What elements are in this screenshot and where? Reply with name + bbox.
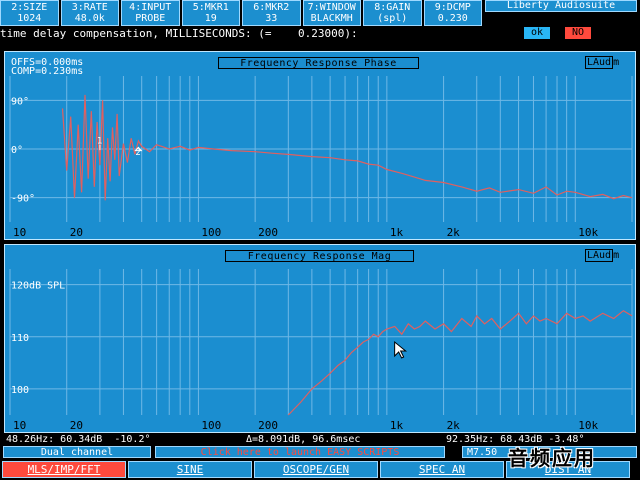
x-tick-label: 10k: [578, 226, 598, 239]
x-tick-label: 2k: [447, 419, 461, 432]
param-value: 0.230: [437, 13, 468, 24]
phase-chart: 10 20 100 200 1k 2k 10k 90° 0° -90° 1 2: [9, 76, 633, 239]
x-tick-label: 1k: [390, 226, 404, 239]
laud-logo: LAud m: [585, 249, 620, 262]
x-tick-label: 100: [201, 419, 221, 432]
marker1-readout: 48.26Hz: 60.34dB -10.2°: [6, 434, 151, 445]
param-label: 4:INPUT: [129, 2, 172, 13]
magnitude-trace: [287, 309, 633, 416]
param-value: 33: [265, 13, 278, 24]
y-tick-label: 100: [11, 385, 29, 396]
y-tick-label: 110: [11, 333, 29, 344]
param-dcmp[interactable]: 9:DCMP 0.230: [423, 0, 482, 26]
param-label: 9:DCMP: [434, 2, 471, 13]
brand-label: Liberty Audiosuite: [485, 0, 637, 12]
param-value: PROBE: [135, 13, 166, 24]
param-value: (spl): [377, 13, 408, 24]
param-value: 19: [204, 13, 217, 24]
param-mkr2[interactable]: 6:MKR2 33: [242, 0, 301, 26]
x-tick-label: 200: [258, 226, 278, 239]
magnitude-graph-panel[interactable]: 10 20 100 200 1k 2k 10k 110 100 120dB SPL Frequen…: [4, 244, 636, 433]
tab-spec-an[interactable]: SPEC AN: [380, 461, 504, 478]
tab-oscope-gen[interactable]: OSCOPE/GEN: [254, 461, 378, 478]
tab-mls-imp-fft[interactable]: MLS/IMP/FFT: [2, 461, 126, 478]
y-tick-label: -90°: [11, 194, 35, 205]
magnitude-chart: 10 20 100 200 1k 2k 10k 110 100 120dB SPL: [9, 269, 633, 432]
marker1-label: 1: [97, 137, 102, 147]
x-tick-label: 1k: [390, 419, 404, 432]
x-tick-label: 20: [70, 419, 83, 432]
param-value: 48.0k: [74, 13, 105, 24]
x-tick-label: 10k: [578, 419, 598, 432]
param-input[interactable]: 4:INPUT PROBE: [121, 0, 180, 26]
watermark: 音频应用: [508, 446, 596, 470]
compensation-readout: COMP=0.230ms: [11, 66, 84, 77]
mouse-cursor-icon: [394, 340, 408, 359]
param-size[interactable]: 2:SIZE 1024: [0, 0, 59, 26]
phase-chart-title: Frequency Response Phase: [218, 57, 419, 69]
param-label: 3:RATE: [71, 2, 108, 13]
x-tick-label: 20: [70, 226, 83, 239]
param-value: 1024: [17, 13, 42, 24]
ok-button[interactable]: ok: [524, 27, 550, 39]
x-tick-label: 10: [13, 226, 26, 239]
x-tick-label: 2k: [447, 226, 461, 239]
easy-scripts-link[interactable]: Click here to launch EASY SCRIPTS: [155, 446, 445, 458]
dual-channel-button[interactable]: Dual channel: [3, 446, 151, 458]
y-tick-label: 0°: [11, 145, 23, 156]
no-button[interactable]: NO: [565, 27, 591, 39]
param-gain[interactable]: 8:GAIN (spl): [363, 0, 422, 26]
param-value: BLACKMH: [310, 13, 353, 24]
y-tick-label: 90°: [11, 96, 29, 107]
param-label: 2:SIZE: [11, 2, 48, 13]
marker2-label: 2: [135, 148, 140, 158]
param-rate[interactable]: 3:RATE 48.0k: [60, 0, 119, 26]
param-label: 8:GAIN: [374, 2, 411, 13]
x-tick-label: 200: [258, 419, 278, 432]
laud-logo: LAud m: [585, 56, 620, 69]
delta-readout: Δ=8.091dB, 96.6msec: [246, 434, 361, 445]
param-mkr1[interactable]: 5:MKR1 19: [181, 0, 240, 26]
tab-sine[interactable]: SINE: [128, 461, 252, 478]
param-label: 7:WINDOW: [307, 2, 356, 13]
x-tick-label: 100: [201, 226, 221, 239]
phase-graph-panel[interactable]: 10 20 100 200 1k 2k 10k 90° 0° -90° 1 2 Frequency R…: [4, 51, 636, 240]
magnitude-chart-title: Frequency Response Mag: [225, 250, 414, 262]
y-unit-label: 120dB SPL: [11, 281, 65, 292]
x-tick-label: 10: [13, 419, 26, 432]
param-window[interactable]: 7:WINDOW BLACKMH: [302, 0, 361, 26]
parameter-bar: 2:SIZE 1024 3:RATE 48.0k 4:INPUT PROBE 5:MKR1 1…: [0, 0, 482, 26]
param-label: 5:MKR1: [192, 2, 229, 13]
param-label: 6:MKR2: [253, 2, 290, 13]
